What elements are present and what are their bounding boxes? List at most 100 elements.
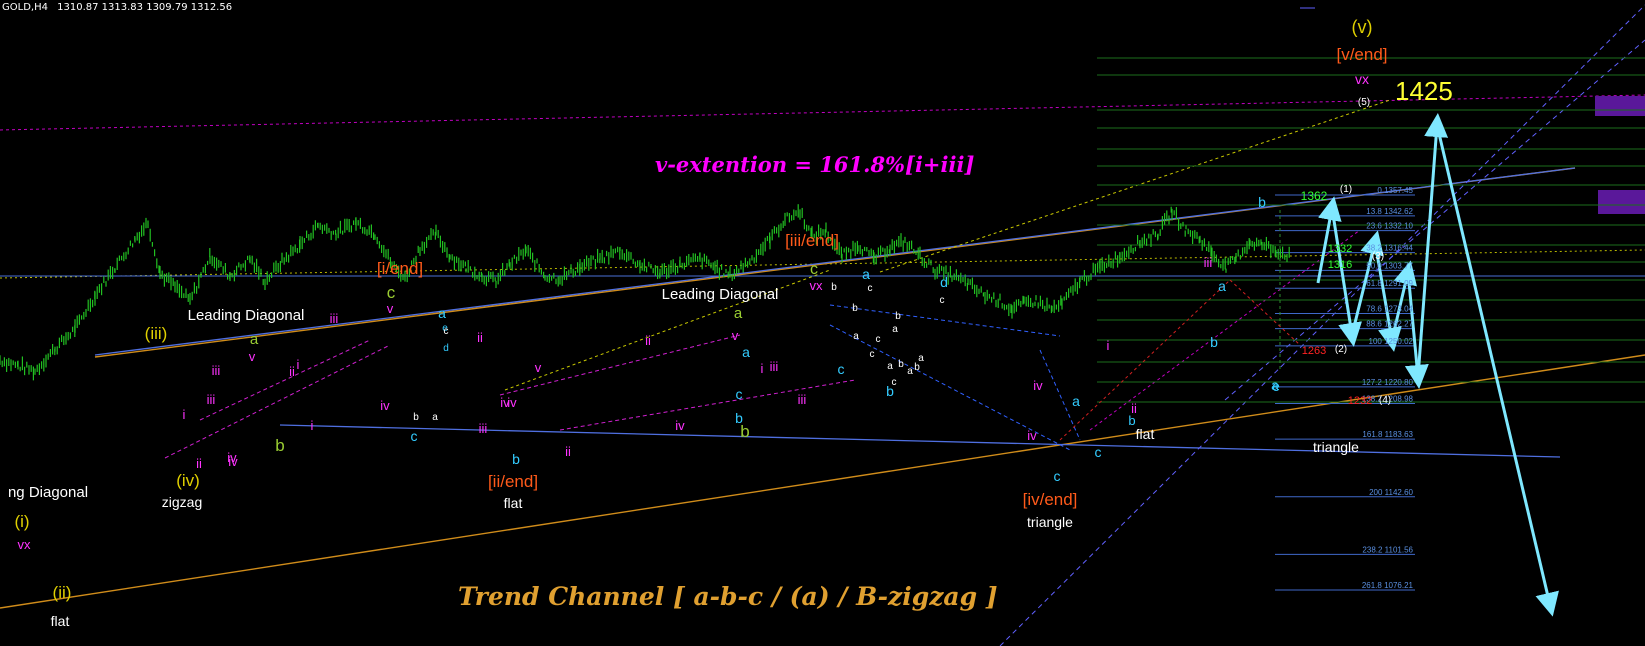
wave-label: c bbox=[876, 334, 881, 345]
wave-label: 1232 bbox=[1348, 395, 1372, 407]
fib-level-label: 161.8 1183.63 bbox=[1362, 430, 1413, 439]
wave-label: [iv/end] bbox=[1023, 490, 1078, 509]
price-zone-box bbox=[1598, 190, 1645, 214]
wave-label: flat bbox=[1136, 426, 1155, 442]
forecast-arrow bbox=[1416, 113, 1449, 378]
price-zone-box bbox=[1595, 96, 1645, 116]
wave-label: vx bbox=[18, 537, 32, 552]
fib-level-label: 261.8 1076.21 bbox=[1362, 581, 1414, 590]
wave-label: iii bbox=[479, 421, 488, 436]
trend-channel-label: Trend Channel [ a-b-c / (a) / B-zigzag ] bbox=[458, 582, 998, 611]
wave-label: i bbox=[761, 361, 764, 376]
wave-label: Leading Diagonal bbox=[188, 307, 305, 324]
wave-label: c bbox=[411, 428, 418, 444]
wave-label: i bbox=[183, 407, 186, 422]
wave-label: b bbox=[1128, 413, 1135, 428]
wave-label: v bbox=[732, 328, 739, 343]
wave-label: a bbox=[853, 331, 859, 342]
wave-label: a bbox=[1271, 377, 1279, 393]
wave-label: a bbox=[892, 324, 898, 335]
wave-label: i bbox=[1107, 338, 1110, 353]
wave-label: iii bbox=[212, 363, 221, 378]
extension-label: v-extention = 161.8%[i+iii] bbox=[655, 152, 975, 177]
wave-label: iii bbox=[330, 311, 339, 326]
wave-label: c bbox=[1095, 444, 1102, 460]
fib-level-label: 13.8 1342.62 bbox=[1366, 207, 1413, 216]
wave-label: b bbox=[898, 359, 904, 370]
wave-label: iv bbox=[380, 398, 390, 413]
wave-label: a bbox=[862, 266, 870, 282]
wave-label: 1263 bbox=[1302, 345, 1326, 357]
wave-label: c bbox=[892, 377, 897, 388]
wave-label: a bbox=[1218, 278, 1226, 294]
fib-level-label: 61.8 1291.09 bbox=[1366, 279, 1413, 288]
wave-label: b bbox=[413, 412, 419, 423]
wave-label: c bbox=[838, 361, 845, 377]
fib-level-label: 238.2 1101.56 bbox=[1362, 545, 1413, 554]
wave-label: [i/end] bbox=[377, 259, 423, 278]
wave-label: iii bbox=[207, 392, 216, 407]
wave-label: (2) bbox=[1335, 344, 1347, 355]
wave-label: c bbox=[870, 349, 875, 360]
wave-label: iii bbox=[770, 359, 779, 374]
wave-label: flat bbox=[504, 495, 523, 511]
fib-level-label: 23.6 1332.10 bbox=[1366, 222, 1413, 231]
diagonal-boundary bbox=[199, 339, 371, 421]
wave-label: a bbox=[907, 366, 913, 377]
wave-label: ii bbox=[565, 444, 571, 459]
fib-level-label: 88.6 1262.27 bbox=[1366, 320, 1413, 329]
channel-lower-line bbox=[0, 354, 1645, 609]
fib-level-label: 78.6 1273.04 bbox=[1366, 305, 1413, 314]
wave-label: a bbox=[438, 305, 446, 321]
wave-label: b bbox=[735, 410, 743, 426]
fib-level-label: 50.0 1303.77 bbox=[1366, 261, 1413, 270]
wave-label: i bbox=[311, 418, 314, 433]
symbol-quote: GOLD,H4 1310.87 1313.83 1309.79 1312.56 bbox=[2, 2, 232, 13]
wave-label: ng Diagonal bbox=[8, 484, 88, 501]
wave-label: a bbox=[1072, 393, 1080, 409]
dotted-projection-line bbox=[879, 99, 1391, 273]
fib-level-label: 100 1250.02 bbox=[1369, 337, 1414, 346]
symbol-label: GOLD,H4 bbox=[2, 2, 48, 13]
wave-label: ii bbox=[196, 456, 202, 471]
wave-label: (3) bbox=[1372, 251, 1384, 262]
wave-label: v bbox=[535, 360, 542, 375]
wave-label: iv bbox=[1027, 428, 1037, 443]
wave-label: d bbox=[940, 274, 948, 290]
wave-guide bbox=[1059, 279, 1231, 441]
wave-label: a bbox=[887, 361, 893, 372]
wave-label: c bbox=[940, 295, 945, 306]
wave-label: (ii) bbox=[53, 583, 72, 602]
wave-label: d bbox=[443, 343, 449, 354]
forecast-arrow bbox=[1330, 207, 1362, 347]
wave-label: ii bbox=[645, 333, 651, 348]
wave-label: b bbox=[831, 282, 837, 293]
wave-label: Leading Diagonal bbox=[662, 286, 779, 303]
wave-label: ii bbox=[289, 364, 295, 379]
forecast-arrow bbox=[1435, 124, 1559, 617]
ohlc-readout: 1310.87 1313.83 1309.79 1312.56 bbox=[57, 2, 233, 13]
wave-label: a bbox=[250, 331, 259, 348]
wave-label: c bbox=[810, 261, 818, 278]
wave-label: c bbox=[444, 326, 449, 337]
wave-label: (5) bbox=[1358, 97, 1370, 108]
wave-label: b bbox=[895, 311, 901, 322]
wave-label: iv bbox=[675, 418, 685, 433]
wave-label: iii bbox=[1204, 255, 1213, 270]
wave-label: flat bbox=[51, 613, 70, 629]
wave-label: vx bbox=[1355, 71, 1369, 87]
wave-label: [iii/end] bbox=[785, 231, 839, 250]
wave-label: a bbox=[734, 305, 743, 322]
wave-label: [v/end] bbox=[1336, 45, 1387, 64]
wave-label: [ii/end] bbox=[488, 472, 538, 491]
wave-label: iii bbox=[798, 392, 807, 407]
wave-label: a bbox=[742, 344, 750, 360]
wave-label: ii bbox=[477, 330, 483, 345]
wave-label: b bbox=[852, 303, 858, 314]
wave-label: c bbox=[736, 386, 743, 402]
wave-label: (1) bbox=[1340, 184, 1352, 195]
wave-label: (iii) bbox=[145, 324, 168, 343]
wave-label: (iv) bbox=[176, 471, 200, 490]
wave-label: (4) bbox=[1379, 395, 1391, 406]
wave-label: (i) bbox=[14, 512, 29, 531]
